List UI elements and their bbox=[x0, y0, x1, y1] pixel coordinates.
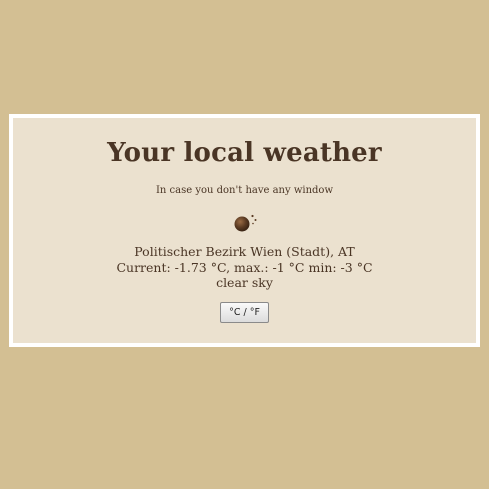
location-label: Politischer Bezirk Wien (Stadt), AT bbox=[134, 244, 355, 259]
page-title: Your local weather bbox=[107, 138, 382, 168]
weather-description: clear sky bbox=[216, 275, 273, 290]
current-temperature: Current: -1.73 °C, max.: -1 °C min: -3 °… bbox=[116, 260, 373, 275]
page-subtitle: In case you don't have any window bbox=[155, 185, 334, 196]
weather-card: Your local weather In case you don't hav… bbox=[9, 114, 480, 347]
unit-toggle-button[interactable]: °C / °F bbox=[220, 302, 269, 323]
moon-night-icon bbox=[231, 212, 259, 234]
